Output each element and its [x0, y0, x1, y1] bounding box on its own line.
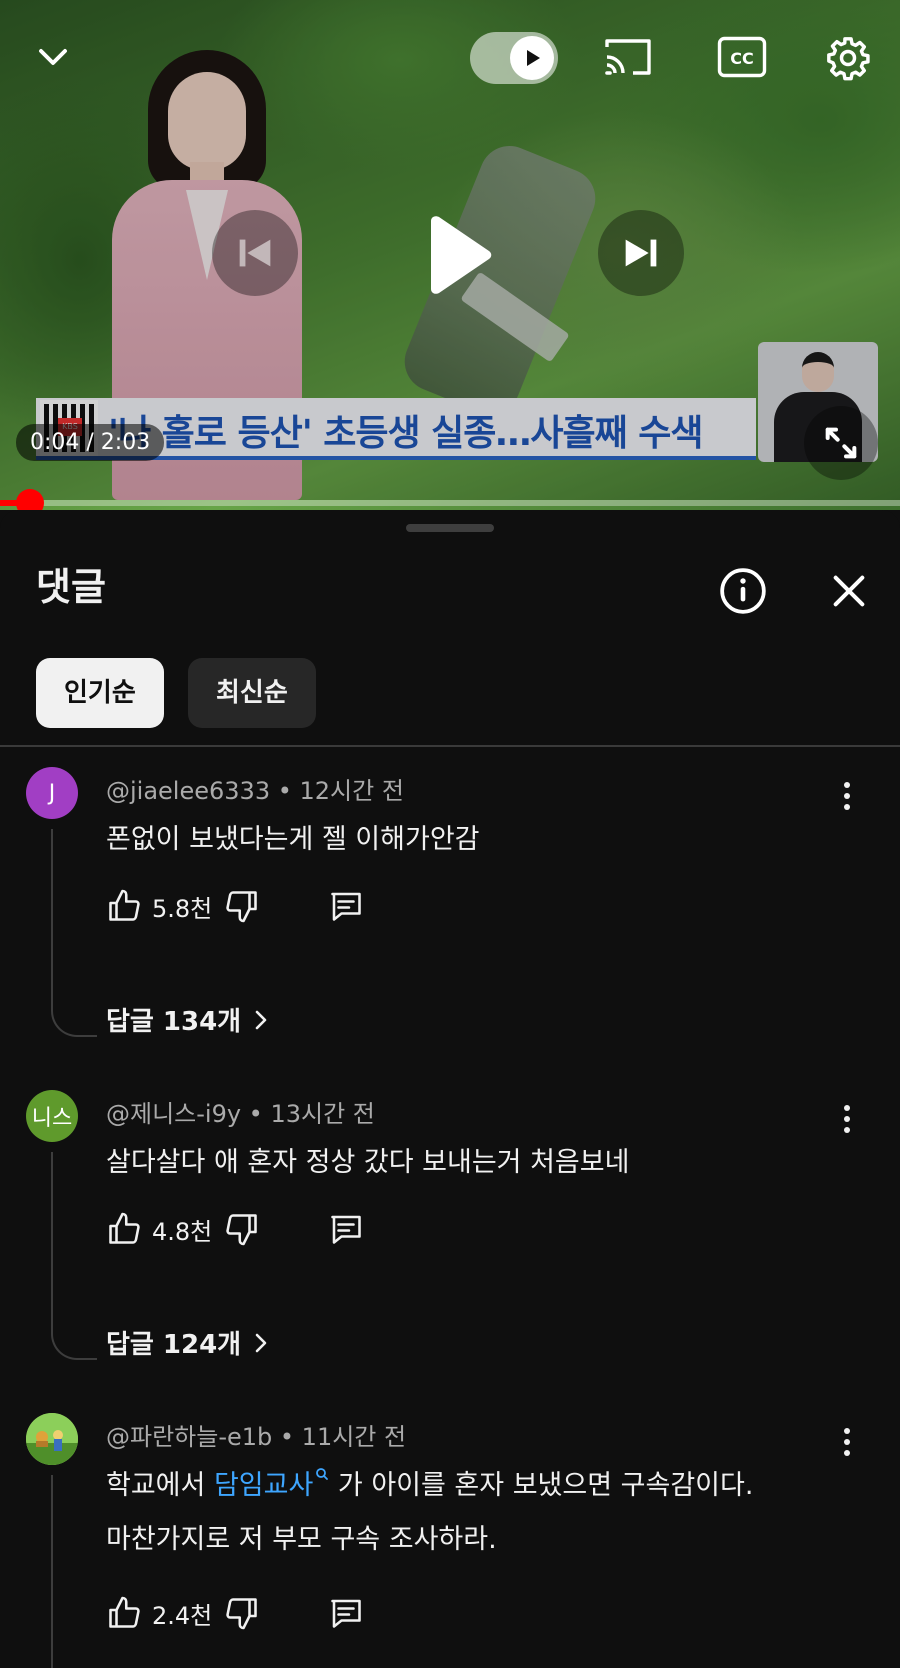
comment-text: 살다살다 애 혼자 정상 갔다 보내는거 처음보네: [106, 1147, 630, 1178]
more-options-icon[interactable]: [830, 1417, 864, 1467]
view-replies-link[interactable]: 답글 134개: [106, 1001, 271, 1038]
chevron-down-icon[interactable]: [28, 32, 78, 82]
progress-scrubber[interactable]: [15, 489, 44, 510]
like-icon[interactable]: [104, 886, 144, 926]
comment-meta: @제니스-i9y • 13시간 전: [106, 1100, 375, 1128]
comment-time: 12시간 전: [299, 777, 404, 805]
comment-text: 폰없이 보냈다는게 젤 이해가안감: [106, 824, 480, 855]
comment-author[interactable]: @jiaelee6333: [106, 777, 270, 805]
dislike-icon[interactable]: [222, 1209, 262, 1249]
sort-chip-newest[interactable]: 최신순: [188, 658, 316, 728]
autoplay-toggle-icon: [510, 36, 554, 80]
avatar[interactable]: J: [26, 767, 78, 819]
panel-title: 댓글: [36, 565, 106, 609]
closed-captions-icon[interactable]: CC: [712, 30, 772, 84]
skip-previous-icon[interactable]: [212, 210, 298, 296]
reply-icon[interactable]: [326, 886, 366, 926]
close-icon[interactable]: [818, 560, 880, 622]
comment-author[interactable]: @제니스-i9y: [106, 1100, 241, 1128]
like-count: 5.8천: [152, 894, 213, 923]
search-link[interactable]: 담임교사: [214, 1468, 329, 1501]
comment-meta: @jiaelee6333 • 12시간 전: [106, 777, 404, 805]
info-icon[interactable]: [712, 560, 774, 622]
dislike-icon[interactable]: [222, 886, 262, 926]
skip-next-icon[interactable]: [598, 210, 684, 296]
thread-line: [51, 1475, 53, 1668]
avatar[interactable]: [26, 1413, 78, 1465]
drag-handle[interactable]: [406, 524, 494, 532]
progress-bar[interactable]: [0, 489, 900, 510]
reply-icon[interactable]: [326, 1209, 366, 1249]
svg-text:CC: CC: [730, 49, 753, 68]
divider: [0, 745, 900, 747]
like-icon[interactable]: [104, 1593, 144, 1633]
reply-icon[interactable]: [326, 1593, 366, 1633]
comments-panel: 댓글 인기순 최신순 J @jiaelee6333 • 12시간 전 폰없이 보…: [0, 510, 900, 1668]
avatar-illustration: [26, 1413, 78, 1465]
fullscreen-icon[interactable]: [804, 406, 878, 480]
more-options-icon[interactable]: [830, 771, 864, 821]
cast-icon[interactable]: [598, 30, 658, 84]
chevron-right-icon: [255, 1333, 267, 1352]
thread-curve: [51, 1332, 97, 1360]
gear-icon[interactable]: [818, 28, 878, 88]
chevron-right-icon: [255, 1010, 267, 1029]
view-replies-link[interactable]: 답글 124개: [106, 1324, 271, 1361]
like-count: 2.4천: [152, 1601, 213, 1630]
sort-chip-top[interactable]: 인기순: [36, 658, 164, 728]
comment-time: 11시간 전: [301, 1423, 407, 1451]
comment-actions: 4.8천: [104, 1204, 366, 1254]
comment-text: 학교에서 담임교사 가 아이를 혼자 보냈으면 구속감이다. 마찬가지로 저 부…: [106, 1459, 753, 1567]
like-icon[interactable]: [104, 1209, 144, 1249]
comment-actions: 5.8천: [104, 881, 366, 931]
thread-curve: [51, 1009, 97, 1037]
video-player[interactable]: KBS '나 홀로 등산' 초등생 실종…사흘째 수색 CC: [0, 0, 900, 510]
thread-line: [51, 829, 53, 1009]
thread-line: [51, 1152, 53, 1332]
comment-time: 13시간 전: [270, 1100, 375, 1128]
time-display: 0:04 / 2:03: [16, 424, 165, 461]
play-icon[interactable]: [402, 200, 512, 310]
like-count: 4.8천: [152, 1217, 213, 1246]
search-icon: [316, 1468, 329, 1480]
comment-actions: 2.4천: [104, 1588, 366, 1638]
comment-author[interactable]: @파란하늘-e1b: [106, 1423, 272, 1451]
dislike-icon[interactable]: [222, 1593, 262, 1633]
avatar[interactable]: 니스: [26, 1090, 78, 1142]
autoplay-toggle[interactable]: [470, 32, 558, 84]
more-options-icon[interactable]: [830, 1094, 864, 1144]
comment-meta: @파란하늘-e1b • 11시간 전: [106, 1423, 407, 1451]
